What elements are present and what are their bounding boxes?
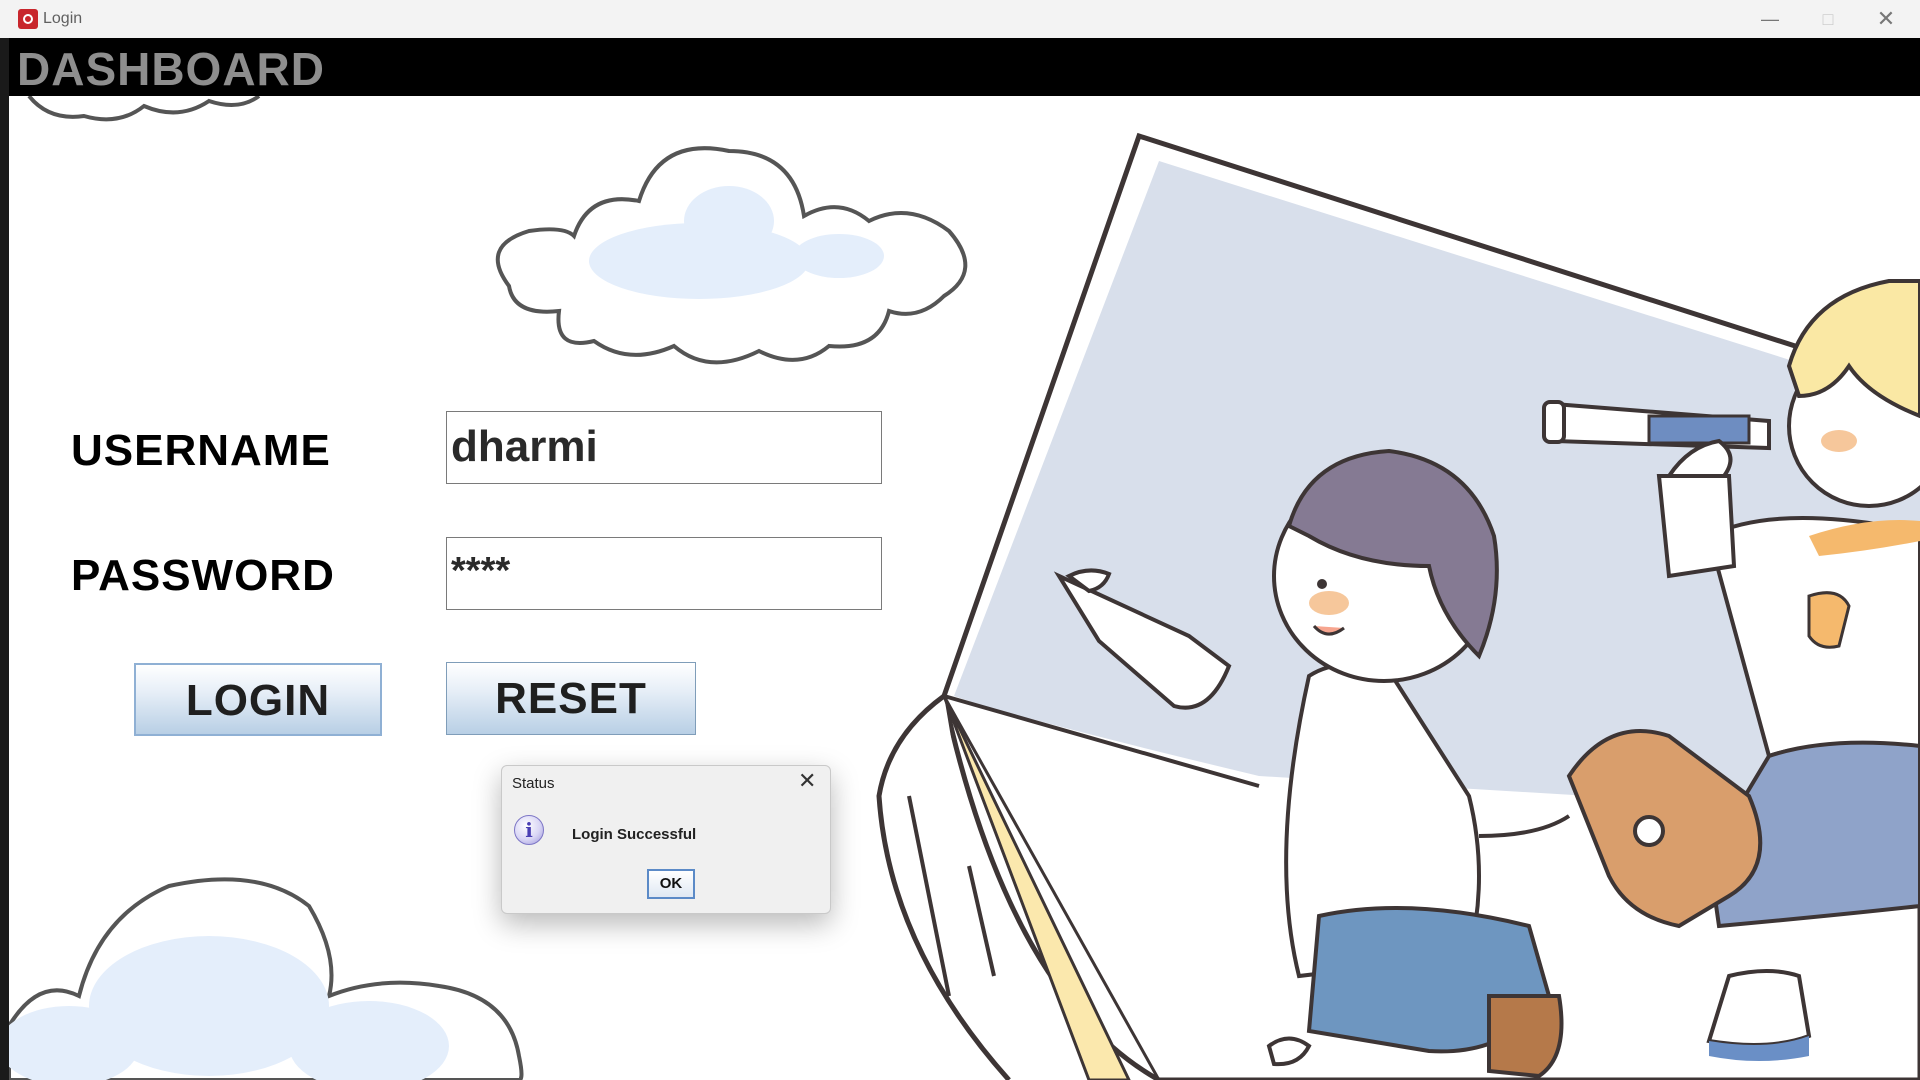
cloud-middle xyxy=(495,146,968,365)
dashboard-title: DASHBOARD xyxy=(17,43,325,95)
dialog-close-icon[interactable]: ✕ xyxy=(798,768,816,794)
maximize-button[interactable]: □ xyxy=(1799,0,1857,38)
dialog-title: Status xyxy=(512,775,555,792)
cloud-top-left xyxy=(27,96,261,122)
ok-button[interactable]: OK xyxy=(647,869,695,899)
dashboard-header: DASHBOARD xyxy=(9,38,1920,96)
dialog-message: Login Successful xyxy=(572,826,697,843)
window-title: Login xyxy=(43,10,83,27)
title-bar[interactable]: Login — □ ✕ xyxy=(0,0,1920,39)
info-icon: i xyxy=(514,815,544,845)
username-input[interactable]: dharmi xyxy=(446,411,882,484)
close-button[interactable]: ✕ xyxy=(1857,0,1915,38)
password-input[interactable]: **** xyxy=(446,537,882,610)
minimize-icon: — xyxy=(1761,9,1779,29)
reset-button[interactable]: RESET xyxy=(446,662,696,735)
content-panel: USERNAME dharmi PASSWORD **** LOGIN RESE… xyxy=(9,96,1920,1080)
cloud-bottom-left xyxy=(9,877,524,1080)
minimize-button[interactable]: — xyxy=(1741,0,1799,38)
login-button[interactable]: LOGIN xyxy=(134,663,382,736)
password-label: PASSWORD xyxy=(71,551,335,600)
maximize-icon: □ xyxy=(1822,9,1834,29)
close-icon: ✕ xyxy=(1876,6,1896,31)
app-icon xyxy=(18,9,38,29)
username-label: USERNAME xyxy=(71,426,331,475)
login-window: Login — □ ✕ DASHBOARD USERNAME dharmi PA… xyxy=(0,0,1920,1080)
window-left-edge xyxy=(0,38,9,1080)
status-dialog: Status ✕ i Login Successful OK xyxy=(501,765,831,914)
